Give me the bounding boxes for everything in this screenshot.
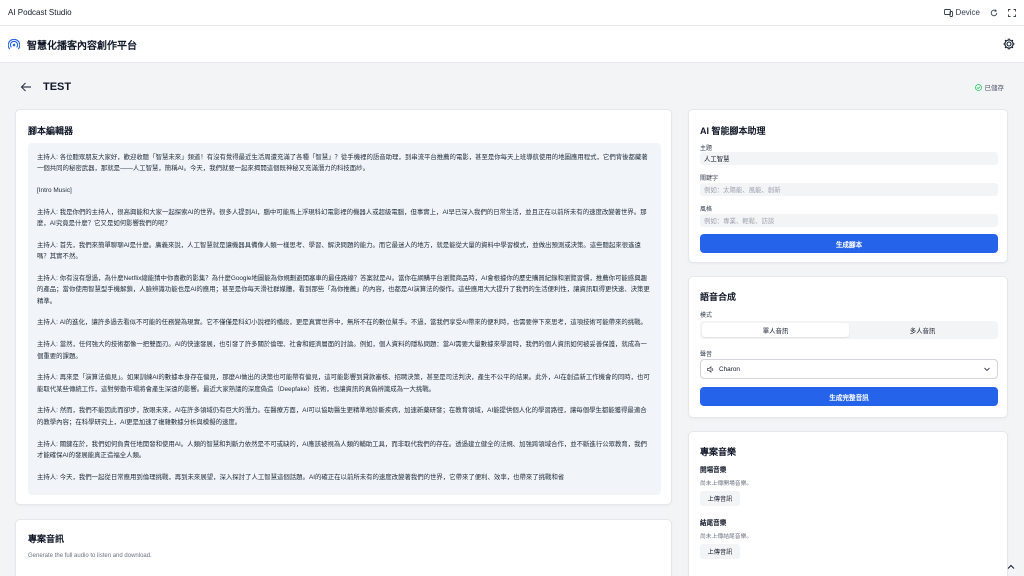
script-paragraph: 主持人: 當然，任何強大的技術都像一把雙面刃。AI的快速發展，也引發了許多關於倫… [37,341,647,360]
script-paragraph: 主持人: 再來是「演算法偏見」。如果訓練AI的數據本身存在偏見，那麼AI做出的決… [37,374,650,393]
voice-value: Charon [719,365,740,373]
intro-music-status: 尚未上傳開場音樂。 [700,481,753,487]
script-paragraph: 主持人: 然而，我們不能因此而卻步，放眼未來，AI在許多領域仍有巨大的潛力。在醫… [37,407,647,426]
assistant-heading: AI 智能腳本助理 [700,126,766,136]
speaker-icon [707,365,714,373]
music-heading: 專案音樂 [700,447,737,457]
script-textarea[interactable]: 主持人: 各位聽眾朋友大家好，歡迎收聽「智慧未來」頻道！有沒有覺得最近生活周遭充… [28,143,661,495]
script-paragraph: 主持人: 你有沒有想過，為什麼Netflix總能猜中你喜歡的影集？為什麼Goog… [37,275,650,305]
chevron-up-icon[interactable] [1006,563,1016,571]
keywords-label: 關鍵字 [700,176,719,182]
script-paragraph: [Intro Music] [37,187,72,195]
voice-label: 聲音 [700,352,713,358]
check-circle-icon [974,83,982,91]
intro-music-label: 開場音樂 [700,467,727,474]
app-title: AI Podcast Studio [8,8,72,17]
topic-input[interactable]: 人工智慧 [700,152,998,165]
voice-select[interactable]: Charon [700,359,998,379]
device-label: Device [955,8,980,17]
project-audio-card: 專案音訊 Generate the full audio to listen a… [15,519,672,576]
app-titlebar: AI Podcast Studio Device [0,0,1024,26]
podcast-icon [8,38,20,49]
generate-audio-button[interactable]: 生成完整音訊 [700,387,998,406]
style-label: 風格 [700,207,713,213]
app-header: 智慧化播客內容創作平台 [0,26,1024,63]
mode-toggle: 單人音訊 多人音訊 [700,321,998,339]
project-audio-subtitle: Generate the full audio to listen and do… [28,553,152,559]
script-paragraph: 主持人: 今天，我們一起從日常應用到倫理挑戰，再到未來展望，深入探討了人工智慧這… [37,473,565,481]
mode-multi-tab[interactable]: 多人音訊 [849,323,996,337]
outro-music-label: 結尾音樂 [700,520,727,527]
outro-music-status: 尚未上傳結尾音樂。 [700,534,753,540]
ai-script-assistant-card: AI 智能腳本助理 主題 人工智慧 關鍵字 例如：太陽能、風能、創新 風格 例如… [688,109,1008,263]
script-paragraph: 主持人: AI的進化，讓許多過去看似不可能的任務變為現實。它不僅僅是科幻小說裡的… [37,319,647,327]
script-paragraph: 主持人: 各位聽眾朋友大家好，歡迎收聽「智慧未來」頻道！有沒有覺得最近生活周遭充… [37,154,648,173]
fullscreen-icon[interactable] [1008,8,1016,17]
device-icon [943,8,953,17]
tts-heading: 語音合成 [700,292,737,302]
topic-label: 主題 [700,146,713,152]
saved-status: 已儲存 [974,82,1005,92]
brand-title: 智慧化播客內容創作平台 [27,40,137,52]
script-editor-card: 腳本編輯器 主持人: 各位聽眾朋友大家好，歡迎收聽「智慧未來」頻道！有沒有覺得最… [15,109,672,505]
brand: 智慧化播客內容創作平台 [8,37,137,52]
project-music-card: 專案音樂 開場音樂 尚未上傳開場音樂。 上傳音訊 結尾音樂 尚未上傳結尾音樂。 … [688,431,1008,576]
generate-script-button[interactable]: 生成腳本 [700,234,998,253]
gear-icon[interactable] [1002,37,1016,51]
refresh-icon[interactable] [990,8,998,17]
page-title: TEST [43,81,72,93]
keywords-input[interactable]: 例如：太陽能、風能、創新 [700,183,998,196]
chevron-down-icon [984,367,990,372]
script-paragraph: 主持人: 關鍵在於，我們如何負責任地開發和使用AI。人類的智慧和判斷力依然是不可… [37,440,647,459]
device-toggle[interactable]: Device [943,8,980,17]
saved-label: 已儲存 [984,85,1005,92]
page-title-row: TEST 已儲存 [0,76,1024,98]
project-audio-heading: 專案音訊 [28,534,65,544]
script-paragraph: 主持人: 首先，我們來簡單聊聊AI是什麼。廣義來說，人工智慧就是讓機器具備像人類… [37,241,641,261]
style-input[interactable]: 例如：專業、輕鬆、訪談 [700,214,998,227]
mode-label: 模式 [700,313,713,319]
speech-synthesis-card: 語音合成 模式 單人音訊 多人音訊 聲音 Charon 生成完整音訊 [688,276,1008,418]
back-arrow-icon[interactable] [20,81,32,93]
editor-heading: 腳本編輯器 [28,126,74,136]
outro-upload-button[interactable]: 上傳音訊 [700,544,740,559]
intro-upload-button[interactable]: 上傳音訊 [700,491,740,506]
script-paragraph: 主持人: 我是你們的主持人，很高興能和大家一起探索AI的世界。很多人提到AI，腦… [37,208,647,228]
mode-single-tab[interactable]: 單人音訊 [702,323,849,337]
